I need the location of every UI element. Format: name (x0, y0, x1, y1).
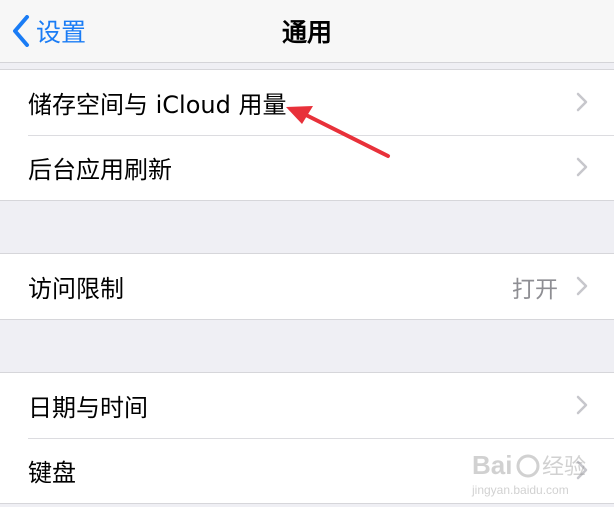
date-time-row[interactable]: 日期与时间 (0, 373, 614, 438)
chevron-right-icon (576, 460, 588, 480)
restrictions-row[interactable]: 访问限制 打开 (0, 254, 614, 319)
settings-group-restrictions: 访问限制 打开 (0, 253, 614, 320)
row-label: 访问限制 (28, 275, 124, 303)
row-label: 储存空间与 iCloud 用量 (28, 91, 287, 119)
chevron-right-icon (576, 92, 588, 112)
row-value: 打开 (512, 276, 558, 303)
row-label: 键盘 (28, 459, 76, 487)
settings-group-datetime-keyboard: 日期与时间 键盘 (0, 372, 614, 504)
keyboard-row[interactable]: 键盘 (0, 438, 614, 503)
chevron-right-icon (576, 395, 588, 415)
row-label: 后台应用刷新 (28, 156, 172, 184)
navigation-bar: 设置 通用 (0, 0, 614, 63)
page-title: 通用 (281, 18, 332, 47)
background-app-refresh-row[interactable]: 后台应用刷新 (0, 135, 614, 200)
chevron-right-icon (576, 157, 588, 177)
storage-icloud-usage-row[interactable]: 储存空间与 iCloud 用量 (0, 70, 614, 135)
settings-group-storage: 储存空间与 iCloud 用量 后台应用刷新 (0, 69, 614, 201)
chevron-right-icon (576, 276, 588, 296)
row-label: 日期与时间 (28, 394, 148, 422)
